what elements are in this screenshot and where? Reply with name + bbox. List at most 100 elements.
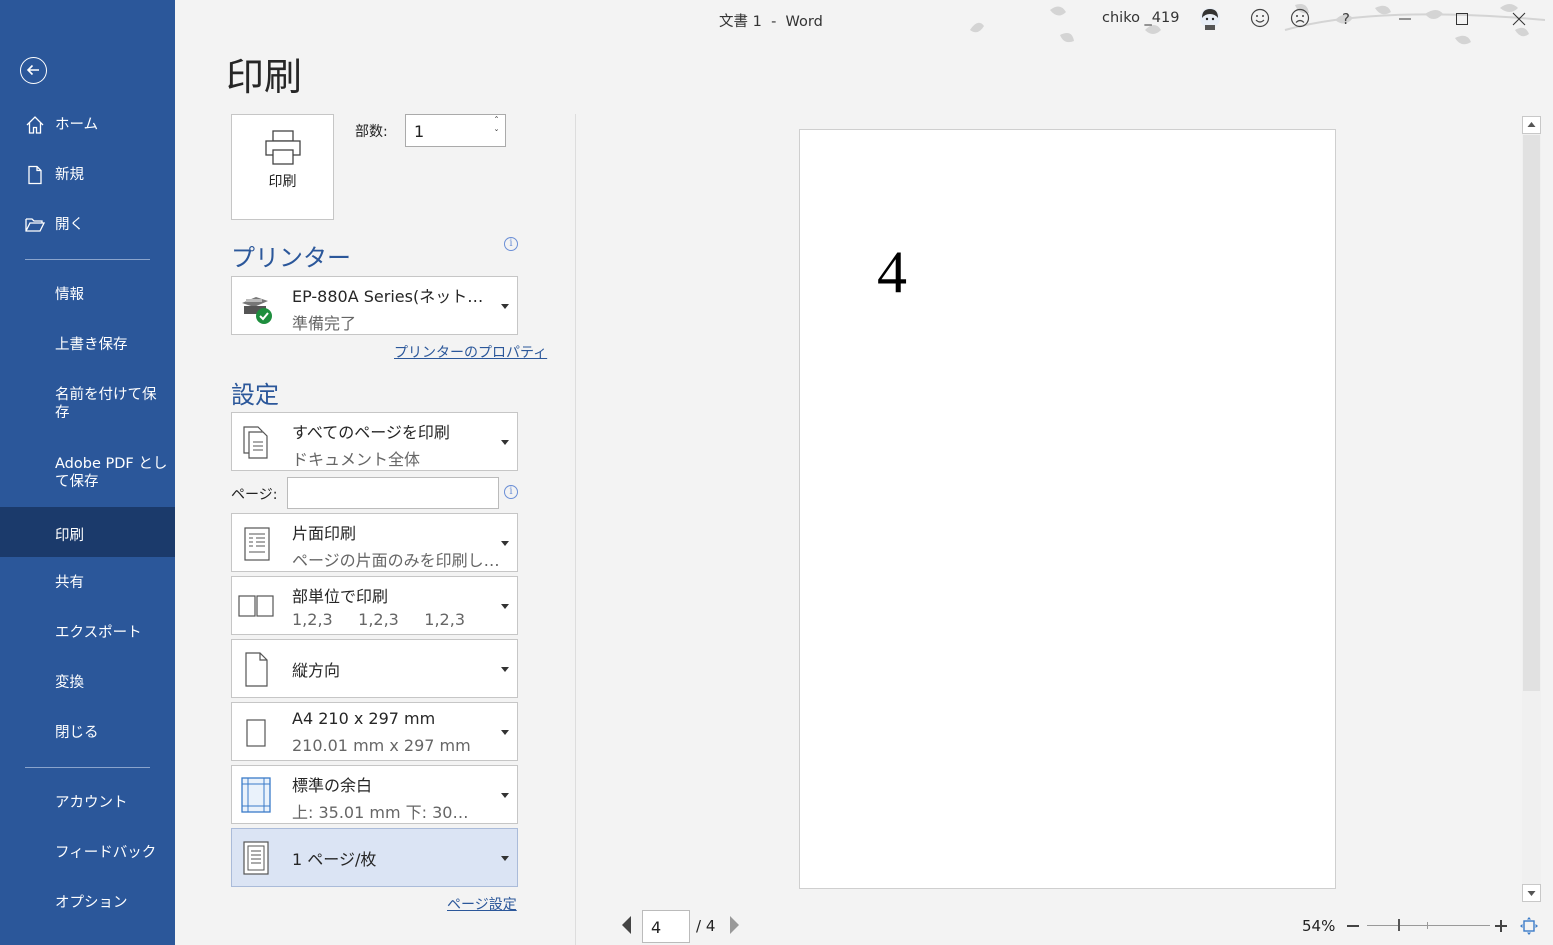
- user-name[interactable]: chiko _419: [1102, 10, 1179, 26]
- orientation-main: 縦方向: [292, 661, 341, 680]
- sidebar-item-label: 印刷: [55, 528, 84, 544]
- sidebar-item-label: Adobe PDF とし て保存: [55, 456, 168, 490]
- scrollbar-thumb[interactable]: [1523, 135, 1540, 691]
- duplex-sub: ページの片面のみを印刷し…: [292, 551, 500, 570]
- close-icon[interactable]: [1512, 12, 1526, 26]
- chevron-down-icon: [501, 604, 509, 609]
- sidebar-item-label: エクスポート: [55, 625, 142, 641]
- title-separator: -: [771, 14, 777, 30]
- sidebar-item-label: 開く: [55, 217, 84, 233]
- chevron-down-icon: [501, 793, 509, 798]
- zoom-to-page-icon[interactable]: [1519, 916, 1539, 936]
- sidebar-item-label: 情報: [55, 287, 84, 303]
- page-setup-link[interactable]: ページ設定: [447, 894, 517, 914]
- chevron-down-icon: [501, 667, 509, 672]
- previous-page-icon[interactable]: [620, 915, 634, 935]
- sidebar-item-print[interactable]: 印刷: [0, 507, 175, 557]
- sidebar-item-label: ホーム: [55, 117, 99, 133]
- frown-feedback-icon[interactable]: [1290, 8, 1310, 28]
- page-total: / 4: [696, 917, 716, 935]
- back-arrow-icon: [26, 64, 39, 76]
- folder-open-icon: [25, 218, 46, 232]
- sidebar-item-save-as-pdf[interactable]: Adobe PDF とし て保存: [0, 455, 175, 495]
- printer-icon: [265, 130, 301, 165]
- duplex-main: 片面印刷: [292, 524, 357, 543]
- zoom-level[interactable]: 54%: [1302, 917, 1335, 935]
- home-icon: [26, 116, 44, 134]
- page-content: 4: [877, 239, 907, 305]
- backstage-sidebar: ホーム 新規 開く 情報 上書き保存 名前を付けて保 存 Adobe PDF と…: [0, 0, 175, 945]
- sidebar-item-feedback[interactable]: フィードバック: [0, 844, 175, 864]
- print-range-select[interactable]: すべてのページを印刷 ドキュメント全体: [231, 412, 518, 471]
- margins-sub: 上: 35.01 mm 下: 30…: [292, 803, 469, 822]
- paper-size-select[interactable]: A4 210 x 297 mm 210.01 mm x 297 mm: [231, 702, 518, 761]
- maximize-icon[interactable]: [1455, 12, 1469, 26]
- orientation-select[interactable]: 縦方向: [231, 639, 518, 698]
- paper-size-sub: 210.01 mm x 297 mm: [292, 736, 471, 755]
- sidebar-divider: [25, 259, 150, 260]
- chevron-down-icon: [501, 541, 509, 546]
- zoom-in-icon[interactable]: [1494, 919, 1508, 933]
- copies-stepper[interactable]: 1 ˆ ˇ: [405, 114, 506, 147]
- triangle-up-icon: [1527, 122, 1536, 127]
- pages-label: ページ:: [231, 487, 278, 503]
- collated-icon: [238, 595, 274, 617]
- sidebar-item-transform[interactable]: 変換: [0, 674, 175, 694]
- chevron-down-icon: [501, 304, 509, 309]
- pages-input[interactable]: [287, 477, 499, 509]
- sidebar-item-label: 共有: [55, 575, 84, 591]
- sidebar-item-info[interactable]: 情報: [0, 286, 175, 306]
- help-icon[interactable]: ?: [1342, 10, 1350, 28]
- print-button-label: 印刷: [268, 174, 297, 190]
- current-page-input[interactable]: 4: [642, 910, 690, 943]
- printer-select[interactable]: EP-880A Series(ネット… 準備完了: [231, 276, 518, 335]
- sidebar-item-open[interactable]: 開く: [0, 216, 175, 236]
- user-avatar-icon[interactable]: [1198, 5, 1222, 33]
- decrement-icon[interactable]: ˇ: [494, 129, 499, 140]
- printer-properties-link[interactable]: プリンターのプロパティ: [394, 342, 547, 362]
- print-preview-page: 4: [799, 129, 1336, 889]
- back-button[interactable]: [20, 57, 47, 84]
- sidebar-item-close[interactable]: 閉じる: [0, 724, 175, 744]
- sidebar-item-export[interactable]: エクスポート: [0, 624, 175, 644]
- duplex-select[interactable]: 片面印刷 ページの片面のみを印刷し…: [231, 513, 518, 572]
- sidebar-item-home[interactable]: ホーム: [0, 116, 175, 136]
- sidebar-item-new[interactable]: 新規: [0, 165, 175, 186]
- printer-name: EP-880A Series(ネット…: [292, 287, 484, 306]
- increment-icon[interactable]: ˆ: [494, 116, 499, 127]
- sidebar-item-label: フィードバック: [55, 845, 157, 861]
- collate-select[interactable]: 部単位で印刷 1,2,3 1,2,3 1,2,3: [231, 576, 518, 635]
- sidebar-item-label: アカウント: [55, 795, 128, 811]
- sidebar-item-share[interactable]: 共有: [0, 574, 175, 594]
- zoom-slider-thumb[interactable]: [1398, 919, 1400, 931]
- info-icon[interactable]: i: [504, 237, 518, 251]
- document-title: 文書 1: [719, 14, 762, 30]
- zoom-out-icon[interactable]: [1346, 919, 1360, 933]
- scroll-up-button[interactable]: [1522, 116, 1541, 134]
- new-document-icon: [28, 165, 42, 185]
- scroll-down-button[interactable]: [1522, 884, 1541, 902]
- sidebar-item-options[interactable]: オプション: [0, 894, 175, 914]
- sidebar-item-account[interactable]: アカウント: [0, 794, 175, 814]
- info-icon[interactable]: i: [504, 485, 518, 499]
- minimize-icon[interactable]: [1398, 12, 1412, 26]
- print-button[interactable]: 印刷: [231, 114, 334, 220]
- panel-divider: [575, 114, 576, 945]
- sidebar-item-label: 変換: [55, 675, 84, 691]
- next-page-icon[interactable]: [727, 915, 741, 935]
- pages-per-sheet-icon: [243, 841, 269, 875]
- sidebar-item-save-as[interactable]: 名前を付けて保 存: [0, 386, 175, 426]
- collate-sub: 1,2,3 1,2,3 1,2,3: [292, 610, 465, 629]
- pages-per-sheet-select[interactable]: 1 ページ/枚: [231, 828, 518, 887]
- margins-select[interactable]: 標準の余白 上: 35.01 mm 下: 30…: [231, 765, 518, 824]
- collate-main: 部単位で印刷: [292, 587, 389, 606]
- portrait-icon: [245, 652, 268, 687]
- print-range-sub: ドキュメント全体: [292, 450, 421, 469]
- copies-value: 1: [414, 122, 425, 141]
- sidebar-item-label: 新規: [55, 167, 84, 183]
- sidebar-item-save[interactable]: 上書き保存: [0, 336, 175, 356]
- zoom-slider[interactable]: [1367, 925, 1490, 926]
- sidebar-item-label: 閉じる: [55, 725, 99, 741]
- paper-size-icon: [246, 719, 266, 747]
- smile-feedback-icon[interactable]: [1250, 8, 1270, 28]
